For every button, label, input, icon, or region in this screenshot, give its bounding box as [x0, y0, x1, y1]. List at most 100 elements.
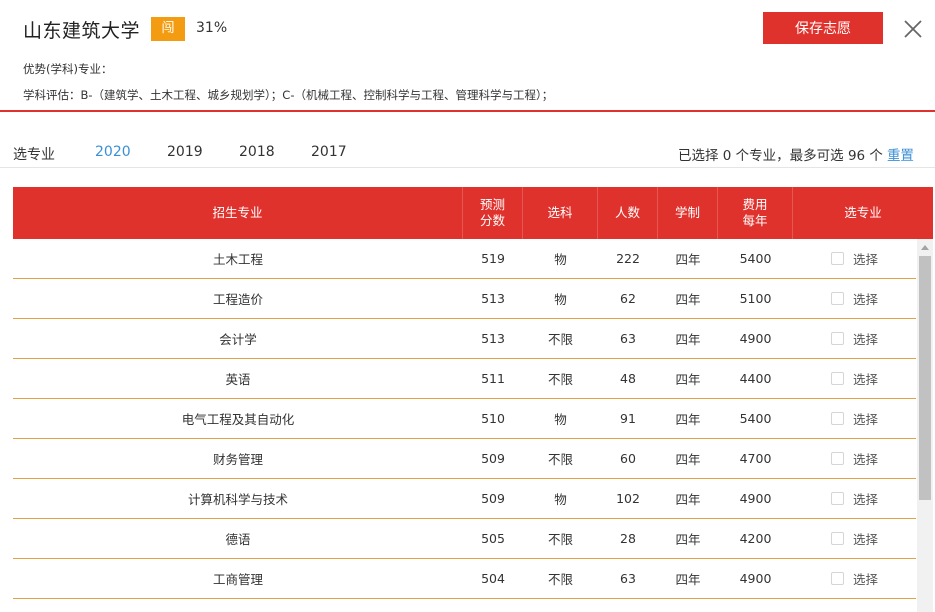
- cell-count: 91: [620, 411, 636, 426]
- cell-score: 509: [481, 491, 505, 506]
- header-text: 学制: [674, 205, 700, 220]
- select-label[interactable]: 选择: [853, 569, 878, 588]
- select-major-control[interactable]: 选择: [793, 319, 916, 358]
- cell-major: 电气工程及其自动化: [181, 412, 295, 427]
- cell-years: 四年: [675, 332, 701, 347]
- cell-score: 505: [481, 531, 505, 546]
- header-col-major: 招生专业: [13, 187, 463, 239]
- select-major-control[interactable]: 选择: [793, 439, 916, 478]
- select-major-control[interactable]: 选择: [793, 279, 916, 318]
- scroll-thumb[interactable]: [919, 256, 931, 500]
- header-col-predicted-score: 预测 分数: [463, 187, 523, 239]
- header-text: 招生专业: [212, 205, 263, 220]
- cell-fee: 4900: [739, 491, 772, 506]
- cell-years: 四年: [675, 492, 701, 507]
- table-row: 工程造价 513 物 62 四年 5100 选择: [13, 279, 916, 319]
- select-checkbox[interactable]: [830, 252, 844, 265]
- table-row: 英语 511 不限 48 四年 4400 选择: [13, 359, 916, 399]
- select-major-control[interactable]: 选择: [793, 559, 916, 598]
- table-scrollbar[interactable]: [917, 239, 933, 612]
- advantage-majors: 优势(学科)专业：: [23, 62, 113, 76]
- header-text: 每年: [742, 213, 768, 228]
- cell-count: 63: [620, 331, 636, 346]
- selection-count-text: 已选择 0 个专业，最多可选 96 个: [678, 148, 883, 164]
- cell-fee: 5400: [739, 411, 772, 426]
- cell-fee: 5400: [739, 251, 772, 266]
- select-label[interactable]: 选择: [853, 289, 878, 308]
- header-text: 选专业: [844, 205, 882, 220]
- cell-years: 四年: [675, 252, 701, 267]
- select-label[interactable]: 选择: [853, 249, 878, 268]
- select-major-control[interactable]: 选择: [793, 399, 916, 438]
- cell-years: 四年: [675, 452, 701, 467]
- cell-major: 财务管理: [212, 452, 263, 467]
- select-label[interactable]: 选择: [853, 489, 878, 508]
- header-col-count: 人数: [598, 187, 658, 239]
- header-col-select: 选专业: [793, 187, 933, 239]
- select-label[interactable]: 选择: [853, 529, 878, 548]
- select-checkbox[interactable]: [830, 412, 844, 425]
- select-checkbox[interactable]: [830, 372, 844, 385]
- cell-score: 510: [481, 411, 505, 426]
- select-major-control[interactable]: 选择: [793, 519, 916, 558]
- table-row: 工商管理 504 不限 63 四年 4900 选择: [13, 559, 916, 599]
- cell-count: 48: [620, 371, 636, 386]
- cell-years: 四年: [675, 292, 701, 307]
- cell-count: 102: [616, 491, 640, 506]
- scroll-up-arrow-icon[interactable]: [917, 239, 933, 255]
- select-major-control[interactable]: 选择: [793, 239, 916, 278]
- cell-subject: 物: [554, 252, 567, 267]
- cell-count: 222: [616, 251, 640, 266]
- cell-major: 工商管理: [212, 572, 263, 587]
- select-major-control[interactable]: 选择: [793, 479, 916, 518]
- dialog-header: 山东建筑大学 闯 31% 保存志愿 优势(学科)专业： 学科评估：B-（建筑学、…: [0, 0, 935, 112]
- cell-subject: 物: [554, 412, 567, 427]
- tabs-label: 选专业: [13, 147, 55, 163]
- selection-status: 已选择 0 个专业，最多可选 96 个重置: [678, 144, 914, 164]
- cell-score: 509: [481, 451, 505, 466]
- header-text: 选科: [547, 205, 573, 220]
- cell-subject: 不限: [547, 572, 573, 587]
- tab-2019[interactable]: 2019: [167, 144, 203, 160]
- select-label[interactable]: 选择: [853, 329, 878, 348]
- cell-subject: 物: [554, 492, 567, 507]
- header-text: 费用: [742, 197, 768, 212]
- select-checkbox[interactable]: [830, 572, 844, 585]
- table-header: 招生专业 预测 分数 选科 人数 学制 费用 每年 选专业: [13, 187, 933, 239]
- select-major-control[interactable]: 选择: [793, 359, 916, 398]
- cell-score: 504: [481, 571, 505, 586]
- cell-subject: 物: [554, 292, 567, 307]
- select-checkbox[interactable]: [830, 532, 844, 545]
- cell-count: 28: [620, 531, 636, 546]
- cell-fee: 4900: [739, 331, 772, 346]
- select-label[interactable]: 选择: [853, 449, 878, 468]
- cell-count: 62: [620, 291, 636, 306]
- cell-major: 计算机科学与技术: [187, 492, 288, 507]
- cell-years: 四年: [675, 532, 701, 547]
- tab-2020[interactable]: 2020: [95, 144, 131, 160]
- cell-score: 513: [481, 331, 505, 346]
- select-label[interactable]: 选择: [853, 369, 878, 388]
- cell-major: 德语: [225, 532, 251, 547]
- select-checkbox[interactable]: [830, 292, 844, 305]
- year-tabs: 选专业 2020 2019 2018 2017 已选择 0 个专业，最多可选 9…: [0, 140, 935, 168]
- cell-fee: 4700: [739, 451, 772, 466]
- majors-table: 土木工程 519 物 222 四年 5400 选择 工程造价 513 物 62 四年 5100 选择 会计学…: [13, 239, 916, 612]
- close-icon[interactable]: [902, 18, 924, 40]
- header-col-fee: 费用 每年: [718, 187, 793, 239]
- cell-score: 519: [481, 251, 505, 266]
- select-label[interactable]: 选择: [853, 409, 878, 428]
- cell-subject: 不限: [547, 372, 573, 387]
- save-preferences-button[interactable]: 保存志愿: [763, 12, 883, 44]
- table-row: 电气工程及其自动化 510 物 91 四年 5400 选择: [13, 399, 916, 439]
- select-checkbox[interactable]: [830, 452, 844, 465]
- reset-link[interactable]: 重置: [887, 148, 914, 164]
- tab-2017[interactable]: 2017: [311, 144, 347, 160]
- admission-probability: 31%: [196, 20, 228, 36]
- header-text: 分数: [479, 213, 505, 228]
- select-checkbox[interactable]: [830, 492, 844, 505]
- table-row: 计算机科学与技术 509 物 102 四年 4900 选择: [13, 479, 916, 519]
- cell-fee: 4400: [739, 371, 772, 386]
- select-checkbox[interactable]: [830, 332, 844, 345]
- tab-2018[interactable]: 2018: [239, 144, 275, 160]
